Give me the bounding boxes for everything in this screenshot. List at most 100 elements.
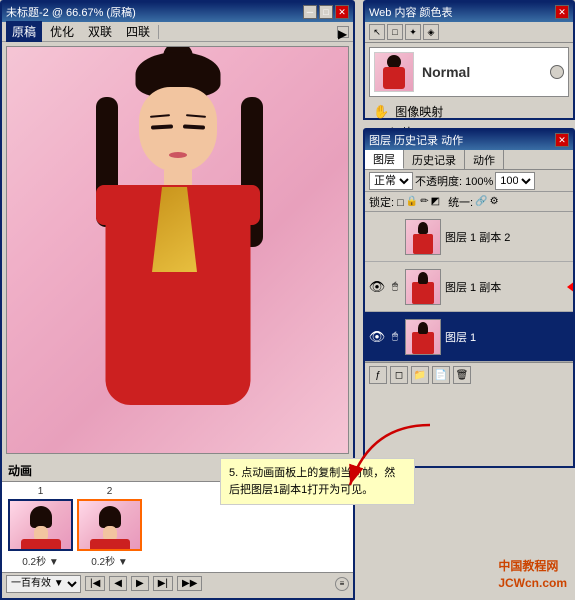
lock-icon: 🔒 [406,196,418,207]
layer-row-copy1[interactable]: 👁 🖱 图层 1 副本 [365,262,573,312]
toolbar-icon-3[interactable]: ✦ [405,24,421,40]
close-button[interactable]: ✕ [335,5,349,19]
minimize-icon: ─ [307,7,313,17]
toolbar-icon-1[interactable]: ↖ [369,24,385,40]
frame-num-1: 1 [38,486,44,497]
maximize-icon: □ [323,7,328,17]
play-prev-btn[interactable]: ◀ [109,576,127,591]
vis-toggle-copy2[interactable] [369,229,385,245]
loop-select[interactable]: 一百有效 ▼ [6,575,81,593]
layer-delete-btn[interactable]: 🗑 [453,366,471,384]
frame-time-2[interactable]: 0.2秒 ▼ [91,553,128,568]
canvas-image [7,47,348,453]
watermark-line2: JCWcn.com [498,575,567,592]
layer-name-copy2: 图层 1 副本 2 [445,229,569,245]
layers-tab-bar: 图层 历史记录 动作 [365,150,573,170]
eye-icon-1: 👁 [369,329,386,345]
pencil-icon: ✏ [420,196,428,207]
tab-dual[interactable]: 双联 [82,21,118,42]
canvas-area [6,46,349,454]
lady-figure [88,57,268,437]
eye-icon-copy1: 👁 [369,279,386,295]
watermark-line1: 中国教程网 [498,558,567,575]
tab-quad[interactable]: 四联 [120,21,156,42]
right-eye [182,124,204,129]
tab-original[interactable]: 原稿 [6,21,42,42]
red-arrow [340,420,460,500]
layers-list: 图层 1 副本 2 👁 🖱 图层 1 副本 👁 🖱 [365,212,573,362]
layer-group-btn[interactable]: 📁 [411,366,429,384]
layer-row-copy2[interactable]: 图层 1 副本 2 [365,212,573,262]
more-icon: ⚙ [490,196,499,207]
play-stop-btn[interactable]: ▶ [131,576,149,591]
circle-button[interactable] [550,65,564,79]
tab-history[interactable]: 历史记录 [404,150,465,169]
anim-menu-btn[interactable]: ≡ [335,577,349,591]
window-controls: ─ □ ✕ [303,5,349,19]
panel-arrow[interactable]: ▶ [337,26,349,38]
main-window-title: 未标题-2 @ 66.67% (原稿) [6,4,136,20]
play-first-btn[interactable]: |◀ [85,576,105,591]
link-icon: 🔗 [475,196,487,207]
layer-thumb-copy2 [405,219,441,255]
layer-thumb-1 [405,319,441,355]
tab-layers[interactable]: 图层 [365,150,404,169]
toolbar-icon-2[interactable]: □ [387,24,403,40]
minimize-button[interactable]: ─ [303,5,317,19]
image-map-label: 图像映射 [395,103,443,120]
tab-optimize[interactable]: 优化 [44,21,80,42]
lock-label: 锁定: □ [369,194,404,210]
watermark: 中国教程网 JCWcn.com [498,558,567,592]
opacity-value-select[interactable]: 100% [495,172,535,190]
vis-toggle-1[interactable]: 👁 [369,329,385,345]
face [139,87,217,172]
anim-title-label: 动画 [8,462,32,479]
main-title-bar: 未标题-2 @ 66.67% (原稿) ─ □ ✕ [2,2,353,22]
layers-controls: ✕ [555,133,569,147]
frame-thumb-1[interactable] [8,499,73,551]
layer-row-1[interactable]: 👁 🖱 图层 1 [365,312,573,362]
shoulder-left [96,185,131,225]
web-content-panel: Web 内容 颜色表 ✕ ↖ □ ✦ ◈ Normal ✋ 图像映射 [363,0,575,120]
layer-name-copy1: 图层 1 副本 [445,279,569,295]
menu-divider [158,25,159,39]
lips [169,152,187,158]
maximize-button[interactable]: □ [319,5,333,19]
blend-mode-select[interactable]: 正常 [369,172,413,190]
preview-thumbnail [374,52,414,92]
fill-icon: ◩ [431,196,440,207]
main-canvas-window: 未标题-2 @ 66.67% (原稿) ─ □ ✕ 原稿 优化 双联 四联 ▶ [0,0,355,470]
image-map-item[interactable]: ✋ 图像映射 [369,101,569,122]
close-icon: ✕ [338,7,346,18]
play-last-btn[interactable]: ▶▶ [177,576,202,591]
layer-arrow-indicator [567,281,573,293]
layers-close-icon: ✕ [558,135,566,146]
shoulder-right [225,185,260,225]
layers-lock-bar: 锁定: □ 🔒 ✏ ◩ 统一: 🔗 ⚙ [365,192,573,212]
layers-panel: 图层 历史记录 动作 ✕ 图层 历史记录 动作 正常 不透明度: 100% 10… [363,128,575,468]
frame-time-1[interactable]: 0.2秒 ▼ [22,553,59,568]
toolbar-icon-4[interactable]: ◈ [423,24,439,40]
layers-close-button[interactable]: ✕ [555,133,569,147]
frame-thumb-2[interactable] [77,499,142,551]
tab-actions[interactable]: 动作 [465,150,504,169]
hand-icon: ✋ [373,104,389,120]
web-close-icon: ✕ [558,7,566,18]
vis-toggle-copy1[interactable]: 👁 [369,279,385,295]
layer-mask-btn[interactable]: ◻ [390,366,408,384]
frame-num-2: 2 [107,486,113,497]
link-1: 🖱 [389,331,401,342]
left-eyebrow [149,114,169,118]
link-copy1: 🖱 [389,281,401,292]
layer-name-1: 图层 1 [445,329,569,345]
web-close-button[interactable]: ✕ [555,5,569,19]
view-tabs: 原稿 优化 双联 四联 ▶ [2,22,353,42]
layer-style-btn[interactable]: ƒ [369,366,387,384]
web-panel-controls: ✕ [555,5,569,19]
play-next-btn[interactable]: ▶| [153,576,173,591]
web-panel-title: Web 内容 颜色表 [369,4,453,20]
layer-new-btn[interactable]: 📄 [432,366,450,384]
layers-title: 图层 历史记录 动作 [369,132,463,148]
opacity-label: 不透明度: 100% [415,173,493,189]
anim-frame-2: 2 0.2秒 ▼ [77,486,142,568]
